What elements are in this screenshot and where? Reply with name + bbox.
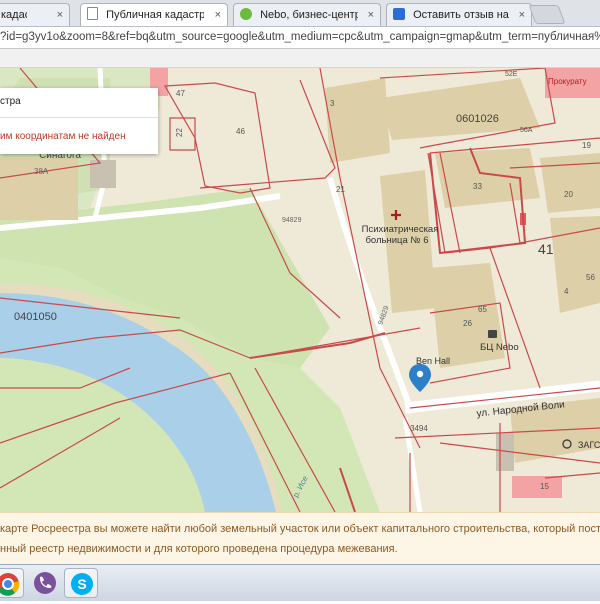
search-result-popup: стра им координатам не найден [0, 88, 158, 154]
new-tab-button[interactable] [528, 5, 566, 24]
label-41: 41 [538, 241, 554, 257]
2gis-icon [240, 8, 252, 20]
tab-label: Nebo, бизнес-центр, Нар [260, 9, 359, 21]
label-52e: 52Е [505, 71, 518, 78]
url-text: ?id=g3yv1o&zoom=8&ref=bq&utm_source=goog… [0, 31, 600, 43]
tab-label: кадастровая к [1, 9, 27, 21]
taskbar: S [0, 564, 600, 601]
address-bar[interactable]: ?id=g3yv1o&zoom=8&ref=bq&utm_source=goog… [0, 27, 600, 49]
popup-divider [0, 117, 158, 118]
label-26: 26 [463, 319, 472, 328]
tab-nebo-business-center[interactable]: Nebo, бизнес-центр, Нар × [233, 3, 381, 26]
label-quarter-0401050: 0401050 [14, 311, 57, 323]
label-3: 3 [330, 99, 335, 108]
label-quarter-0601026: 0601026 [456, 113, 499, 125]
taskbar-skype[interactable]: S [64, 568, 98, 598]
label-4: 4 [564, 287, 569, 296]
label-56a: 56А [520, 127, 533, 134]
label-zags[interactable]: ЗАГС [578, 440, 600, 450]
label-3494: 3494 [410, 424, 428, 433]
flamp-icon [393, 8, 405, 20]
label-19: 19 [582, 141, 591, 150]
tab-label: Публичная кадастровая к [106, 9, 204, 21]
chrome-icon [0, 573, 20, 596]
svg-text:S: S [77, 576, 86, 592]
label-bc-nebo[interactable]: БЦ Nebo [480, 342, 519, 353]
close-icon[interactable]: × [215, 4, 221, 26]
page-toolbar [0, 49, 600, 68]
tab-public-cadastral-map[interactable]: Публичная кадастровая к × [80, 3, 228, 26]
business-center-icon [488, 330, 497, 338]
cadastral-map[interactable]: Синагога 38А 47 22 46 3 0601026 56А 52Е … [0, 68, 600, 512]
taskbar-chrome[interactable] [0, 568, 24, 598]
close-icon[interactable]: × [57, 4, 63, 26]
label-21: 21 [336, 185, 345, 194]
label-46: 46 [236, 127, 245, 136]
info-line-1: карте Росреестра вы можете найти любой з… [0, 523, 600, 535]
label-20: 20 [564, 190, 573, 199]
tab-strip: кадастровая к × Публичная кадастровая к … [0, 0, 600, 27]
label-22: 22 [175, 128, 184, 137]
info-line-2: нный реестр недвижимости и для которого … [0, 543, 398, 555]
label-94829: 94829 [282, 217, 302, 224]
label-47: 47 [176, 89, 185, 98]
tab-label: Оставить отзыв на Фламп [413, 9, 509, 21]
tab-flamp-review[interactable]: Оставить отзыв на Фламп × [386, 3, 532, 26]
close-icon[interactable]: × [368, 4, 374, 26]
label-33: 33 [473, 182, 482, 191]
popup-title: стра [0, 96, 21, 107]
skype-icon: S [71, 573, 93, 595]
label-15: 15 [540, 482, 549, 491]
label-38a: 38А [34, 167, 49, 176]
label-hospital-line1: Психиатрическая [362, 224, 439, 235]
label-hospital-line2: больница № 6 [365, 235, 428, 246]
popup-not-found-message: им координатам не найден [0, 131, 126, 142]
label-65: 65 [478, 305, 487, 314]
viber-icon [34, 572, 56, 594]
tab-rosreestr[interactable]: кадастровая к × [0, 3, 70, 26]
document-icon [87, 7, 98, 20]
close-icon[interactable]: × [519, 4, 525, 26]
info-bar: карте Росреестра вы можете найти любой з… [0, 512, 600, 565]
label-prokuratura: Прокурату [548, 77, 587, 86]
taskbar-viber[interactable] [28, 568, 62, 598]
label-56: 56 [586, 273, 595, 282]
